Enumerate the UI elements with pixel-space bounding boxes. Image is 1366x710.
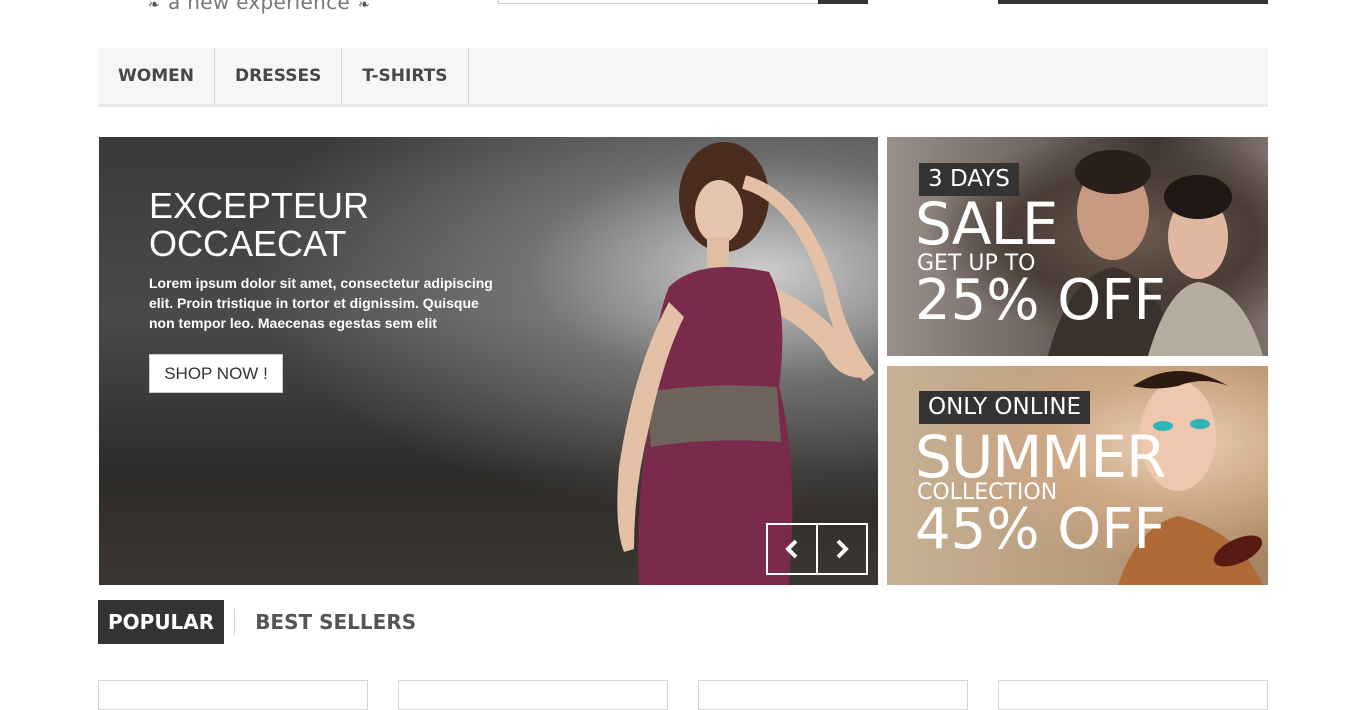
slider-nav bbox=[766, 523, 868, 575]
promo-banner-sale[interactable]: 3 DAYS SALE GET UP TO 25% OFF bbox=[887, 137, 1268, 356]
tab-popular[interactable]: POPULAR bbox=[98, 600, 225, 644]
menu-item-dresses[interactable]: DRESSES bbox=[215, 48, 343, 104]
product-card[interactable] bbox=[98, 680, 368, 710]
search-button[interactable] bbox=[818, 0, 868, 4]
banner-offer: 45% OFF bbox=[915, 497, 1166, 562]
slide-title-line1: EXCEPTEUR bbox=[149, 185, 370, 226]
banner-headline: SUMMER bbox=[915, 423, 1166, 491]
menu-item-women[interactable]: WOMEN bbox=[98, 48, 215, 104]
tab-divider bbox=[234, 609, 236, 635]
tab-best-sellers[interactable]: BEST SELLERS bbox=[245, 600, 426, 644]
search-input[interactable] bbox=[498, 0, 819, 4]
slide-title-line2: OCCAECAT bbox=[149, 223, 347, 264]
chevron-right-icon bbox=[836, 539, 849, 559]
chevron-left-icon bbox=[785, 539, 798, 559]
hero-slider[interactable]: EXCEPTEUR OCCAECAT Lorem ipsum dolor sit… bbox=[99, 137, 878, 585]
promo-banner-summer[interactable]: ONLY ONLINE SUMMER COLLECTION 45% OFF bbox=[887, 366, 1268, 585]
flourish-left-icon: ❧ bbox=[148, 0, 161, 13]
main-menu: WOMEN DRESSES T-SHIRTS bbox=[98, 48, 1268, 107]
product-card[interactable] bbox=[698, 680, 968, 710]
product-card[interactable] bbox=[998, 680, 1268, 710]
banner-offer: 25% OFF bbox=[915, 268, 1166, 333]
product-grid bbox=[98, 680, 1268, 710]
shop-now-button[interactable]: SHOP NOW ! bbox=[149, 354, 283, 393]
slider-prev-button[interactable] bbox=[768, 525, 816, 573]
product-card[interactable] bbox=[398, 680, 668, 710]
cart-button[interactable] bbox=[998, 0, 1268, 4]
banner-tag: ONLY ONLINE bbox=[919, 391, 1091, 424]
product-tabs: POPULAR BEST SELLERS bbox=[98, 600, 426, 644]
slide-title: EXCEPTEUR OCCAECAT bbox=[149, 187, 469, 263]
slider-next-button[interactable] bbox=[816, 525, 866, 573]
menu-item-t-shirts[interactable]: T-SHIRTS bbox=[342, 48, 469, 104]
banner-headline: SALE bbox=[915, 190, 1059, 258]
slide-description: Lorem ipsum dolor sit amet, consectetur … bbox=[149, 275, 493, 331]
flourish-right-icon: ❧ bbox=[358, 0, 371, 13]
store-tagline: ❧ a new experience ❧ bbox=[140, 0, 378, 14]
tagline-text: a new experience bbox=[168, 0, 350, 14]
slide-model-image bbox=[617, 142, 875, 585]
